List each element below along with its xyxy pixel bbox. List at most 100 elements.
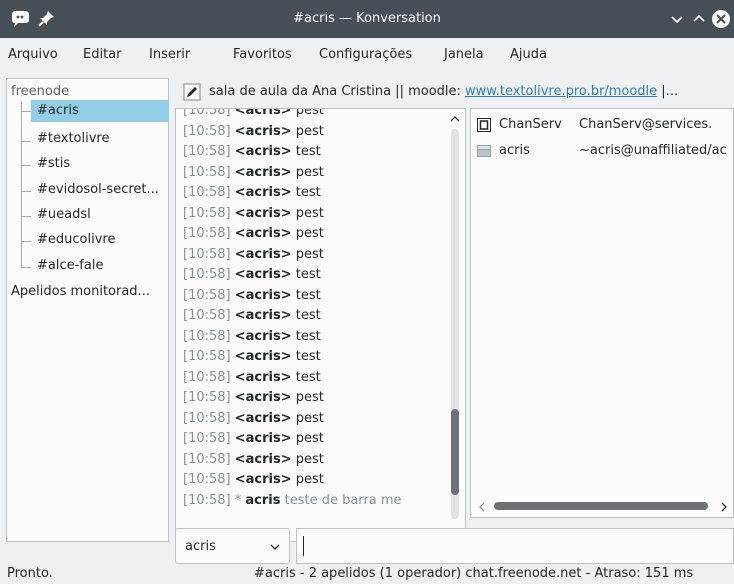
status-text: Pronto. (7, 566, 53, 581)
message-nick[interactable]: <acris> (235, 370, 292, 385)
chat-scrollbar[interactable] (446, 111, 464, 539)
message-text: test (291, 185, 321, 200)
message-nick[interactable]: <acris> (235, 349, 292, 364)
message-timestamp: [10:58] (183, 287, 231, 303)
message-timestamp: [10:58] (183, 492, 231, 508)
channel-item-stis[interactable]: #stis (37, 156, 70, 171)
maximize-icon[interactable] (688, 8, 710, 30)
chat-action-line: [10:58] * acris teste de barra me (183, 493, 402, 508)
message-text: test (291, 267, 321, 282)
message-text: pest (291, 390, 324, 405)
text-caret (303, 536, 304, 556)
topic-link[interactable]: www.textolivre.pro.br/moodle (465, 84, 657, 99)
message-timestamp: [10:58] (183, 308, 231, 323)
message-nick[interactable]: <acris> (235, 308, 292, 323)
nick-list[interactable]: ChanServ ChanServ@services. acris ~acris… (470, 108, 734, 518)
message-nick[interactable]: acris (245, 493, 280, 508)
message-timestamp: [10:58] (183, 390, 231, 405)
message-timestamp: [10:58] (183, 472, 231, 487)
menu-arquivo[interactable]: Arquivo (8, 47, 58, 62)
message-nick[interactable]: <acris> (235, 109, 292, 118)
nickname-value: acris (185, 539, 216, 554)
menu-bar: Arquivo Editar Inserir Favoritos Configu… (0, 38, 734, 72)
topic-bar: sala de aula da Ana Cristina || moodle: … (175, 78, 734, 106)
chat-message-line: [10:58] <acris> test (183, 370, 321, 385)
menu-ajuda[interactable]: Ajuda (510, 47, 547, 62)
message-timestamp: [10:58] (183, 164, 231, 180)
chevron-down-icon[interactable] (269, 541, 281, 553)
message-timestamp: [10:58] (183, 431, 231, 446)
scroll-up-icon[interactable] (449, 113, 461, 125)
chat-view[interactable]: [10:58] <acris> pest [10:58] <acris> pest… (175, 108, 466, 542)
chat-message-line: [10:58] <acris> pest (183, 226, 324, 241)
watched-nicks-item[interactable]: Apelidos monitorad... (11, 284, 150, 299)
channel-topic: sala de aula da Ana Cristina || moodle: … (209, 84, 678, 99)
message-nick[interactable]: <acris> (235, 165, 292, 180)
message-nick[interactable]: <acris> (235, 329, 292, 344)
message-nick[interactable]: <acris> (235, 247, 292, 262)
edit-topic-icon[interactable] (183, 83, 201, 101)
tree-connector (21, 267, 31, 268)
menu-janela[interactable]: Janela (444, 47, 484, 62)
nick-name: ChanServ (499, 117, 562, 132)
message-nick[interactable]: <acris> (235, 267, 292, 282)
minimize-icon[interactable] (666, 8, 688, 30)
message-text: pest (291, 246, 324, 262)
message-text: pest (291, 472, 324, 487)
channel-item-educolivre[interactable]: #educolivre (37, 232, 115, 247)
message-text: pest (291, 164, 324, 180)
message-timestamp: [10:58] (183, 369, 231, 385)
nick-host: ChanServ@services. (579, 117, 713, 132)
message-timestamp: [10:58] (183, 451, 231, 467)
tree-branch-line (21, 101, 22, 267)
action-marker: * (230, 492, 246, 508)
message-nick[interactable]: <acris> (235, 144, 292, 159)
message-nick[interactable]: <acris> (235, 185, 292, 200)
channel-tree[interactable]: freenode #acris #textolivre #stis #evido… (6, 78, 169, 542)
message-nick[interactable]: <acris> (235, 472, 292, 487)
chat-message-line: [10:58] <acris> test (183, 329, 321, 344)
chat-message-line: [10:58] <acris> test (183, 349, 321, 364)
chat-message-line: [10:58] <acris> pest (183, 390, 324, 405)
message-timestamp: [10:58] (183, 246, 231, 262)
message-text: pest (291, 431, 324, 446)
menu-configuracoes[interactable]: Configurações (319, 47, 412, 62)
channel-item-acris[interactable]: #acris (37, 103, 79, 118)
operator-icon (477, 118, 491, 132)
channel-item-alce-fale[interactable]: #alce-fale (37, 258, 103, 273)
network-item-freenode[interactable]: freenode (11, 84, 69, 99)
title-bar: #acris — Konversation (0, 0, 734, 38)
message-nick[interactable]: <acris> (235, 206, 292, 221)
message-timestamp: [10:58] (183, 349, 231, 364)
hscroll-thumb[interactable] (494, 502, 708, 510)
chat-message-line: [10:58] <acris> pest (183, 452, 324, 467)
menu-favoritos[interactable]: Favoritos (233, 47, 292, 62)
nick-list-hscrollbar[interactable] (470, 496, 734, 518)
scroll-thumb[interactable] (451, 409, 459, 495)
message-nick[interactable]: <acris> (235, 288, 292, 303)
menu-editar[interactable]: Editar (83, 47, 122, 62)
message-timestamp: [10:58] (183, 410, 231, 426)
message-nick[interactable]: <acris> (235, 124, 292, 139)
message-text: pest (291, 123, 324, 139)
channel-item-textolivre[interactable]: #textolivre (37, 131, 109, 146)
message-nick[interactable]: <acris> (235, 452, 292, 467)
message-input[interactable] (296, 528, 734, 564)
tree-connector (21, 165, 31, 166)
menu-inserir[interactable]: Inserir (149, 47, 190, 62)
message-nick[interactable]: <acris> (235, 226, 292, 241)
chat-message-line: [10:58] <acris> pest (183, 431, 324, 446)
message-nick[interactable]: <acris> (235, 411, 292, 426)
scroll-right-icon[interactable] (718, 501, 730, 513)
channel-item-evidosol-secret[interactable]: #evidosol-secret... (37, 182, 159, 197)
message-nick[interactable]: <acris> (235, 431, 292, 446)
message-nick[interactable]: <acris> (235, 390, 292, 405)
close-icon[interactable] (710, 8, 732, 30)
user-icon (477, 145, 491, 157)
channel-item-ueadsl[interactable]: #ueadsl (37, 207, 91, 222)
nickname-combobox[interactable]: acris (175, 528, 290, 564)
message-text: pest (291, 451, 324, 467)
nick-host: ~acris@unaffiliated/ac (579, 143, 727, 158)
tree-connector (21, 216, 31, 217)
scroll-left-icon[interactable] (476, 501, 488, 513)
